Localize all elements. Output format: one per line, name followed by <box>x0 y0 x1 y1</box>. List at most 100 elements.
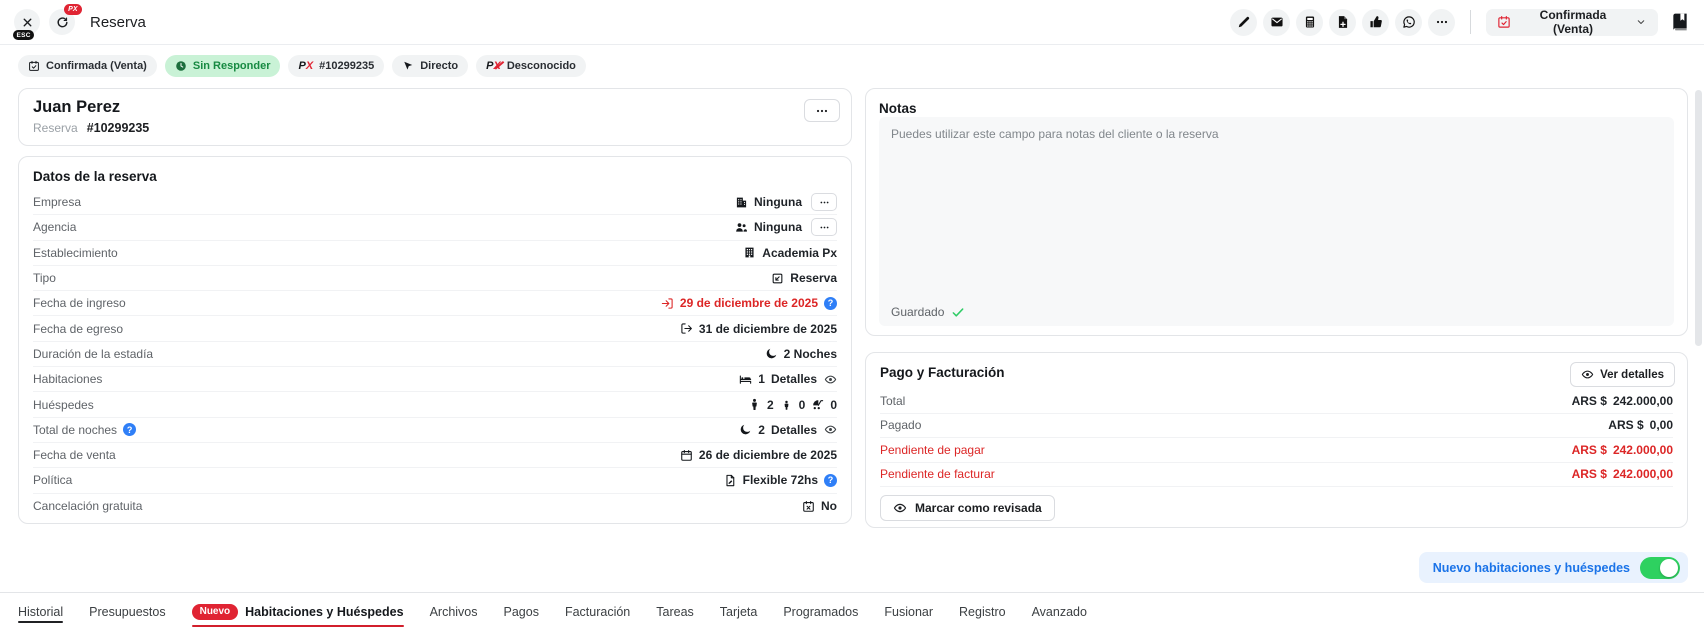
calendar-check-icon <box>28 60 40 72</box>
building-icon <box>735 196 748 209</box>
page-title: Reserva <box>90 14 146 31</box>
stroller-icon <box>811 398 824 411</box>
tab-tareas[interactable]: Tareas <box>656 593 694 630</box>
titlebar: ESC PX Reserva Confirmada (Venta) <box>0 0 1704 45</box>
payment-row-pagado: Pagado ARS $0,00 <box>880 414 1673 439</box>
detail-row-huespedes: Huéspedes 200 <box>33 392 837 417</box>
toggle-knob <box>1660 559 1678 577</box>
calendar-x-icon <box>802 500 815 513</box>
file-plus-icon <box>1336 15 1350 29</box>
detail-row-fecha-de-ingreso: Fecha de ingreso 29 de diciembre de 2025… <box>33 291 837 316</box>
like-button[interactable] <box>1362 9 1389 36</box>
view-details-button[interactable]: Ver detalles <box>1570 362 1675 387</box>
toggle-switch[interactable] <box>1640 557 1680 579</box>
eye-icon <box>893 501 907 515</box>
tab-avanzado[interactable]: Avanzado <box>1032 593 1087 630</box>
close-button[interactable]: ESC <box>14 9 40 35</box>
saved-label: Guardado <box>891 305 944 319</box>
bottom-tabs: Historial Presupuestos NuevoHabitaciones… <box>0 592 1704 630</box>
px-sync-button[interactable]: PX <box>49 9 75 35</box>
dots-icon <box>819 197 830 208</box>
calendar-icon <box>680 449 693 462</box>
esc-hint: ESC <box>13 30 34 40</box>
adult-icon <box>748 398 761 411</box>
help-icon[interactable]: ? <box>123 423 136 436</box>
detail-row-habitaciones: Habitaciones 1Detalles <box>33 367 837 392</box>
eye-icon <box>824 373 837 386</box>
tab-historial[interactable]: Historial <box>18 593 63 630</box>
row-menu-button[interactable] <box>811 218 837 236</box>
log-out-icon <box>680 322 693 335</box>
help-icon[interactable]: ? <box>824 297 837 310</box>
divider <box>1470 10 1471 34</box>
thumbs-up-icon <box>1369 15 1383 29</box>
payment-row-pendiente-de-pagar: Pendiente de pagar ARS $242.000,00 <box>880 438 1673 463</box>
tab-tarjeta[interactable]: Tarjeta <box>720 593 758 630</box>
detail-row-fecha-de-egreso: Fecha de egreso 31 de diciembre de 2025 <box>33 316 837 341</box>
tab-habitaciones-y-huespedes[interactable]: NuevoHabitaciones y Huéspedes <box>192 593 404 630</box>
mark-reviewed-button[interactable]: Marcar como revisada <box>880 495 1055 521</box>
client-name: Juan Perez <box>33 98 837 117</box>
tab-archivos[interactable]: Archivos <box>430 593 478 630</box>
px-logo-icon: PX <box>486 61 501 72</box>
details-title: Datos de la reserva <box>33 169 837 184</box>
detail-row-empresa: Empresa Ninguna <box>33 190 837 215</box>
tab-fusionar[interactable]: Fusionar <box>884 593 933 630</box>
payment-title: Pago y Facturación <box>880 365 1673 380</box>
feature-toggle: Nuevo habitaciones y huéspedes <box>1419 552 1688 583</box>
row-menu-button[interactable] <box>811 193 837 211</box>
detail-row-politica: Política Flexible 72hs? <box>33 468 837 493</box>
check-icon <box>951 305 965 319</box>
reservation-details-card: Datos de la reserva Empresa Ninguna Agen… <box>18 156 852 524</box>
booking-icon <box>771 272 784 285</box>
pencil-icon <box>1237 15 1251 29</box>
add-document-button[interactable] <box>1329 9 1356 36</box>
tab-registro[interactable]: Registro <box>959 593 1006 630</box>
status-dropdown[interactable]: Confirmada (Venta) <box>1486 9 1658 36</box>
more-button[interactable] <box>1428 9 1455 36</box>
docs-button[interactable] <box>1670 12 1690 32</box>
detail-row-fecha-de-venta: Fecha de venta 26 de diciembre de 2025 <box>33 443 837 468</box>
badge-desconocido: PXDesconocido <box>476 55 586 77</box>
payment-card: Pago y Facturación Ver detalles Total AR… <box>865 352 1688 528</box>
eye-icon <box>824 423 837 436</box>
child-icon <box>780 398 793 411</box>
scrollbar-thumb[interactable] <box>1695 90 1702 346</box>
hotel-icon <box>743 246 756 259</box>
reservation-id: #10299235 <box>87 121 150 135</box>
eye-icon <box>1581 368 1594 381</box>
notes-title: Notas <box>879 101 1674 116</box>
bed-icon <box>739 373 752 386</box>
edit-button[interactable] <box>1230 9 1257 36</box>
badge-sin-responder: Sin Responder <box>165 55 281 77</box>
dots-icon <box>819 222 830 233</box>
detail-row-establecimiento: Establecimiento Academia Px <box>33 241 837 266</box>
client-card: Juan Perez Reserva #10299235 <box>18 88 852 146</box>
help-icon[interactable]: ? <box>824 474 837 487</box>
status-dropdown-label: Confirmada (Venta) <box>1520 8 1626 36</box>
tab-facturacion[interactable]: Facturación <box>565 593 630 630</box>
detail-row-agencia: Agencia Ninguna <box>33 215 837 240</box>
notes-input[interactable] <box>879 117 1674 326</box>
mail-icon <box>1270 15 1284 29</box>
detail-row-tipo: Tipo Reserva <box>33 266 837 291</box>
tab-pagos[interactable]: Pagos <box>504 593 539 630</box>
px-logo-icon: PX <box>298 61 313 72</box>
whatsapp-button[interactable] <box>1395 9 1422 36</box>
tab-presupuestos[interactable]: Presupuestos <box>89 593 165 630</box>
email-button[interactable] <box>1263 9 1290 36</box>
users-icon <box>735 221 748 234</box>
payment-row-total: Total ARS $242.000,00 <box>880 389 1673 414</box>
badge-10299235: PX#10299235 <box>288 55 384 77</box>
calculator-button[interactable] <box>1296 9 1323 36</box>
whatsapp-icon <box>1402 15 1416 29</box>
dots-icon <box>1435 15 1449 29</box>
tab-programados[interactable]: Programados <box>783 593 858 630</box>
calculator-icon <box>1303 15 1317 29</box>
px-badge: PX <box>64 4 82 15</box>
refresh-icon <box>56 16 69 29</box>
saved-status: Guardado <box>891 305 965 319</box>
status-badges: Confirmada (Venta)Sin ResponderPX#102992… <box>18 55 586 77</box>
client-menu-button[interactable] <box>804 99 840 122</box>
calendar-check-icon <box>1497 15 1511 29</box>
